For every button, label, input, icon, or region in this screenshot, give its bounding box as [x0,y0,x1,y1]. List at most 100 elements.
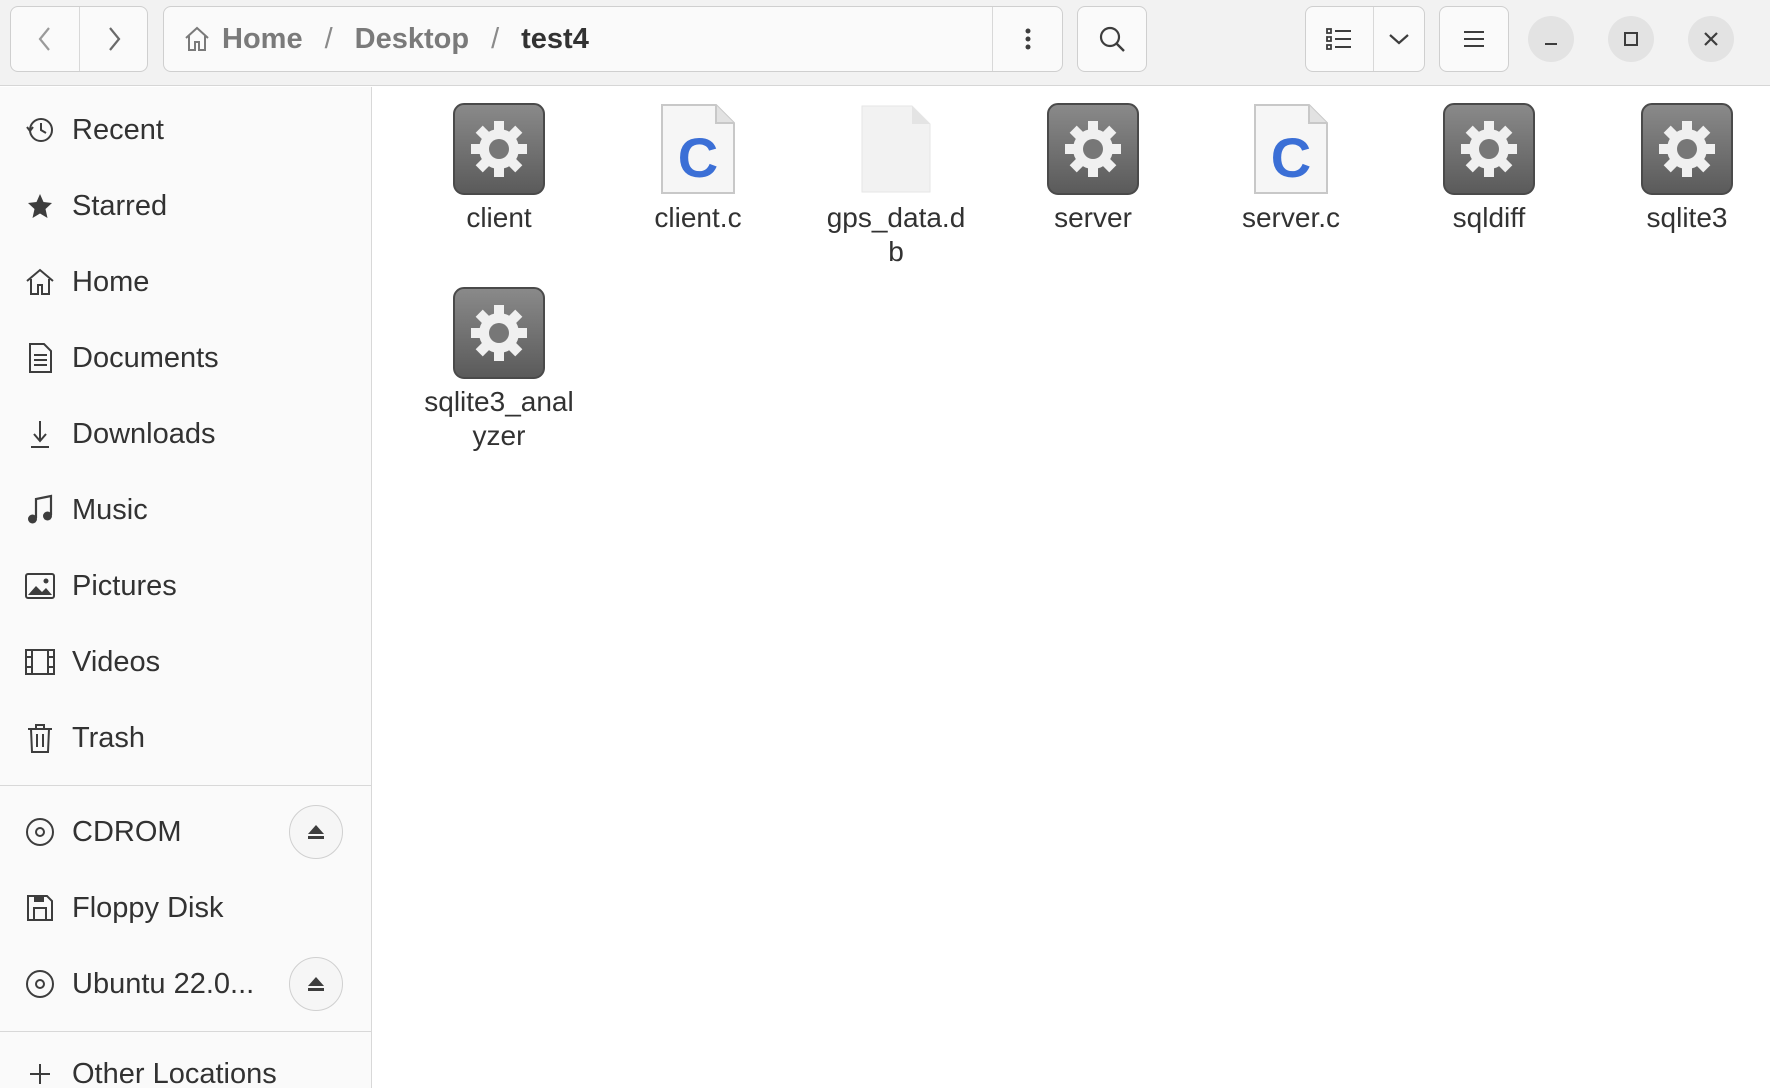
minimize-icon [1545,43,1557,45]
minimize-button[interactable] [1528,16,1574,62]
file-item-sqlite3[interactable]: sqlite3 [1607,101,1767,235]
plus-icon [20,1054,60,1088]
video-icon [20,642,60,682]
breadcrumb-separator: / [491,22,500,55]
file-view: client C client.c gps_data.db server C s… [373,87,1770,1088]
close-button[interactable] [1688,16,1734,62]
sidebar-item-ubuntu[interactable]: Ubuntu 22.0... [0,949,371,1019]
file-name: sqlite3 [1646,202,1728,233]
sidebar-item-label: Music [72,493,148,526]
sidebar-item-downloads[interactable]: Downloads [0,399,371,469]
eject-button[interactable] [289,957,343,1011]
breadcrumb-current[interactable]: test4 [521,23,589,56]
sidebar-item-documents[interactable]: Documents [0,323,371,393]
file-item-sqldiff[interactable]: sqldiff [1409,101,1569,235]
path-menu-button[interactable] [992,7,1062,71]
sidebar-item-label: Floppy Disk [72,891,224,924]
svg-text:C: C [678,126,718,189]
navigation-buttons [10,6,148,72]
list-view-icon [1326,28,1352,50]
file-name: sqlite3_analyzer [424,386,574,451]
sidebar-item-trash[interactable]: Trash [0,703,371,773]
chevron-left-icon [38,27,50,51]
file-item-gps-data-db[interactable]: gps_data.db [816,101,976,269]
disc-icon [20,812,60,852]
sidebar-item-label: Recent [72,113,164,146]
forward-button[interactable] [79,7,147,71]
view-options [1305,6,1425,72]
sidebar-item-music[interactable]: Music [0,475,371,545]
file-name: server [1054,202,1132,233]
sidebar-item-cdrom[interactable]: CDROM [0,797,371,867]
breadcrumb-separator: / [324,22,333,55]
breadcrumb: Home / Desktop / test4 [164,7,992,71]
music-icon [20,490,60,530]
blank-file-icon [848,101,944,197]
sidebar-item-label: Other Locations [72,1057,277,1088]
sidebar-item-floppy-disk[interactable]: Floppy Disk [0,873,371,943]
sidebar-item-videos[interactable]: Videos [0,627,371,697]
file-item-server[interactable]: server [1013,101,1173,235]
sidebar-item-other-locations[interactable]: Other Locations [0,1039,371,1088]
trash-icon [20,718,60,758]
sidebar-item-starred[interactable]: Starred [0,171,371,241]
search-icon [1099,26,1125,52]
file-item-client[interactable]: client [419,101,579,235]
recent-icon [20,110,60,150]
home-icon [185,26,209,51]
file-item-server-c[interactable]: C server.c [1211,101,1371,235]
sidebar-item-label: Downloads [72,417,216,450]
eject-icon [308,825,324,839]
c-file-icon: C [1243,101,1339,197]
sidebar-item-pictures[interactable]: Pictures [0,551,371,621]
file-item-client-c[interactable]: C client.c [618,101,778,235]
sidebar-item-label: Documents [72,341,219,374]
vertical-dots-icon [1025,28,1030,50]
gear-icon [1441,101,1537,197]
sidebar-item-label: Ubuntu 22.0... [72,967,255,1000]
main-menu-button[interactable] [1439,6,1509,72]
file-name: client.c [654,202,742,233]
eject-icon [308,977,324,991]
floppy-icon [20,888,60,928]
gear-icon [451,101,547,197]
gear-icon [1045,101,1141,197]
sidebar-item-label: CDROM [72,815,182,848]
file-name: server.c [1241,202,1341,233]
maximize-icon [1624,32,1638,46]
breadcrumb-home[interactable]: Home [222,23,303,56]
file-name: sqldiff [1452,202,1526,233]
chevron-down-icon [1389,34,1409,45]
svg-text:C: C [1271,126,1311,189]
home-icon [20,262,60,302]
disc-icon [20,964,60,1004]
sidebar-item-label: Home [72,265,150,298]
back-button[interactable] [11,7,79,71]
c-file-icon: C [650,101,746,197]
sidebar-item-label: Videos [72,645,161,678]
picture-icon [20,566,60,606]
sidebar-item-label: Trash [72,721,146,754]
star-icon [20,186,60,226]
sidebar-divider [0,1031,371,1032]
chevron-right-icon [108,27,120,51]
document-icon [20,338,60,378]
search-button[interactable] [1077,6,1147,72]
file-item-sqlite3-analyzer[interactable]: sqlite3_analyzer [419,285,579,453]
header-bar: Home / Desktop / test4 [0,0,1770,86]
view-dropdown-button[interactable] [1372,7,1424,71]
hamburger-icon [1464,31,1484,47]
close-icon [1704,32,1718,46]
sidebar-item-recent[interactable]: Recent [0,95,371,165]
sidebar-item-home[interactable]: Home [0,247,371,317]
sidebar-item-label: Pictures [72,569,177,602]
gear-icon [451,285,547,381]
file-name: client [466,202,532,233]
path-bar: Home / Desktop / test4 [163,6,1063,72]
eject-button[interactable] [289,805,343,859]
file-name: gps_data.db [826,202,966,267]
maximize-button[interactable] [1608,16,1654,62]
breadcrumb-desktop[interactable]: Desktop [355,23,469,56]
list-view-button[interactable] [1306,7,1373,71]
download-icon [20,414,60,454]
